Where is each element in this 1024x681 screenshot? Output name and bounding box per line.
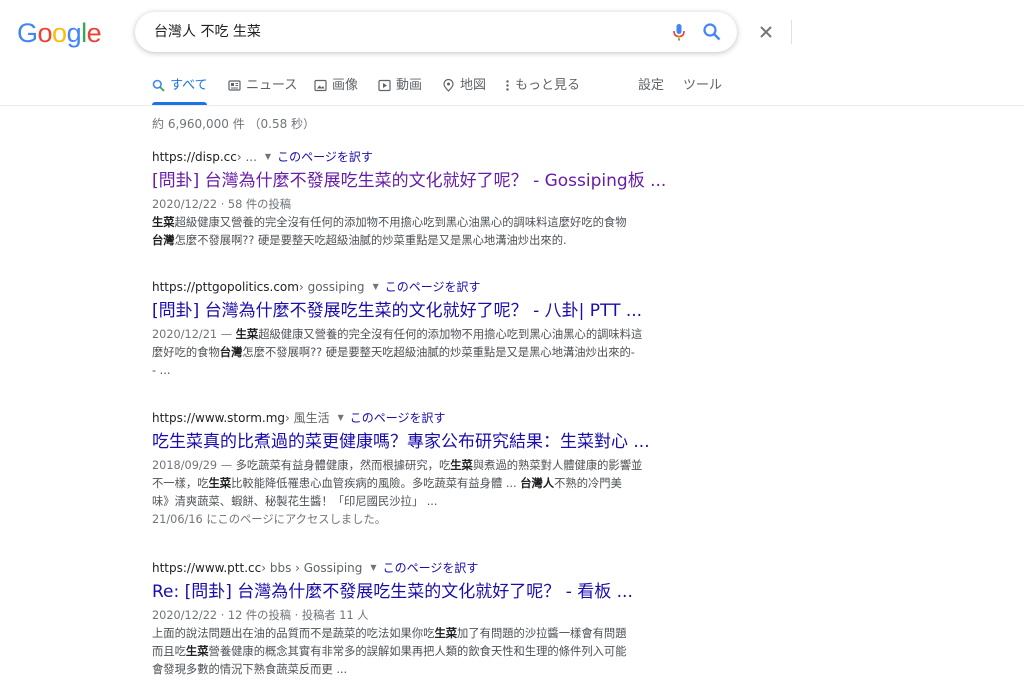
result-path: › ... <box>236 150 257 164</box>
snippet-line: 2020/12/21 — 生菜超級健康又營養的完全沒有任何的添加物不用擔心吃到黑… <box>152 326 692 344</box>
tab-label: もっと見る <box>515 78 581 93</box>
result-breadcrumb[interactable]: https://www.ptt.cc › bbs › Gossiping ▼ こ… <box>152 560 692 576</box>
translate-link[interactable]: このページを訳す <box>383 560 479 576</box>
search-result: https://www.storm.mg › 風生活 ▼ このページを訳す 吃生… <box>152 410 692 529</box>
news-icon <box>228 79 241 92</box>
snippet-line: 上面的說法問題出在油的品質而不是蔬菜的吃法如果你吃生菜加了有問題的沙拉醬一樣會有… <box>152 627 627 640</box>
tab-label: ニュース <box>246 78 298 93</box>
snippet-line: 2018/09/29 — 多吃蔬菜有益身體健康，然而根據研究，吃生菜與煮過的熟菜… <box>152 457 692 475</box>
result-title-link[interactable]: Re: [問卦] 台灣為什麼不發展吃生菜的文化就好了呢？ - 看板 ... <box>152 581 692 603</box>
snippet-text: 生菜超級健康又營養的完全沒有任何的添加物不用擔心吃到黑心油黑心的調味料這 <box>235 328 643 341</box>
video-icon <box>378 79 391 92</box>
clear-icon[interactable] <box>754 20 778 44</box>
result-breadcrumb[interactable]: https://disp.cc › ... ▼ このページを訳す <box>152 149 692 165</box>
tab-maps[interactable]: 地図 <box>442 78 486 106</box>
visited-note: 21/06/16 にこのページにアクセスしました。 <box>152 513 387 526</box>
result-url: https://pttgopolitics.com <box>152 280 299 294</box>
search-input[interactable]: 台灣人 不吃 生菜 <box>154 22 261 42</box>
snippet-line: 台灣怎麼不發展啊?? 硬是要整天吃超級油膩的炒菜重點是又是黑心地溝油炒出來的. <box>152 234 567 247</box>
more-vert-icon <box>505 79 510 92</box>
result-snippet: 2018/09/29 — 多吃蔬菜有益身體健康，然而根據研究，吃生菜與煮過的熟菜… <box>152 457 692 529</box>
search-box[interactable]: 台灣人 不吃 生菜 <box>135 12 792 52</box>
tab-news[interactable]: ニュース <box>228 78 297 106</box>
tab-label: 動画 <box>396 78 423 93</box>
tab-more[interactable]: もっと見る <box>505 78 580 106</box>
map-pin-icon <box>442 78 455 92</box>
search-result: https://pttgopolitics.com › gossiping ▼ … <box>152 279 692 380</box>
search-result: https://www.ptt.cc › bbs › Gossiping ▼ こ… <box>152 560 692 679</box>
snippet-line: 生菜超級健康又營養的完全沒有任何的添加物不用擔心吃到黑心油黑心的調味料這麼好吃的… <box>152 216 627 229</box>
translate-link[interactable]: このページを訳す <box>277 149 373 165</box>
snippet-line: - ... <box>152 364 171 377</box>
result-path: › gossiping <box>298 280 365 294</box>
logo-letter: o <box>37 18 53 48</box>
logo-letter: G <box>17 18 38 48</box>
result-snippet: 2020/12/22 · 12 件の投稿 · 投稿者 11 人 上面的說法問題出… <box>152 607 692 679</box>
result-breadcrumb[interactable]: https://pttgopolitics.com › gossiping ▼ … <box>152 279 692 295</box>
tab-settings[interactable]: 設定 <box>638 78 664 106</box>
result-snippet: 2020/12/22 · 58 件の投稿 生菜超級健康又營養的完全沒有任何的添加… <box>152 196 692 250</box>
result-path: › bbs › Gossiping <box>261 561 363 575</box>
snippet-text: 多吃蔬菜有益身體健康，然而根據研究，吃生菜與煮過的熟菜對人體健康的影響並 <box>235 459 643 472</box>
translate-link[interactable]: このページを訳す <box>385 279 481 295</box>
image-icon <box>314 79 327 92</box>
result-path: › 風生活 <box>285 411 330 425</box>
divider <box>791 20 792 44</box>
logo-letter: g <box>66 18 82 48</box>
google-logo[interactable]: Google <box>17 17 102 49</box>
chevron-down-icon[interactable]: ▼ <box>370 560 376 576</box>
tab-label: 地図 <box>460 78 487 93</box>
tab-images[interactable]: 画像 <box>314 78 358 106</box>
snippet-line: 麼好吃的食物台灣怎麼不發展啊?? 硬是要整天吃超級油膩的炒菜重點是又是黑心地溝油… <box>152 346 635 359</box>
logo-letter: o <box>52 18 67 48</box>
result-stats: 約 6,960,000 件 （0.58 秒） <box>152 117 316 131</box>
result-meta: 2020/12/22 · 58 件の投稿 <box>152 198 292 211</box>
search-result: https://disp.cc › ... ▼ このページを訳す [問卦] 台灣… <box>152 149 692 250</box>
result-title-link[interactable]: 吃生菜真的比煮過的菜更健康嗎？專家公布研究結果：生菜對心 ... <box>152 431 692 453</box>
search-icon <box>152 79 165 92</box>
microphone-icon[interactable] <box>667 20 691 44</box>
result-url: https://www.ptt.cc <box>152 561 262 575</box>
snippet-line: 而且吃生菜營養健康的概念其實有非常多的誤解如果再把人類的飲食天性和生理的條件列入… <box>152 645 627 658</box>
tab-label: すべて <box>170 78 208 93</box>
result-meta: 2020/12/22 · 12 件の投稿 · 投稿者 11 人 <box>152 609 369 622</box>
header-divider <box>0 105 1024 106</box>
result-breadcrumb[interactable]: https://www.storm.mg › 風生活 ▼ このページを訳す <box>152 410 692 426</box>
result-meta: 2018/09/29 — <box>152 459 236 472</box>
tab-label: 設定 <box>638 78 665 93</box>
result-url: https://disp.cc <box>152 150 237 164</box>
tab-label: 画像 <box>332 78 359 93</box>
translate-link[interactable]: このページを訳す <box>350 410 446 426</box>
snippet-line: 味》清爽蔬菜、蝦餅、秘製花生醬！「印尼國民沙拉」 ... <box>152 495 438 508</box>
chevron-down-icon[interactable]: ▼ <box>265 149 271 165</box>
result-meta: 2020/12/21 — <box>152 328 236 341</box>
result-title-link[interactable]: [問卦] 台灣為什麼不發展吃生菜的文化就好了呢？ - Gossiping板 ..… <box>152 170 692 192</box>
search-icon[interactable] <box>700 20 724 44</box>
result-url: https://www.storm.mg <box>152 411 286 425</box>
snippet-line: 會發現多數的情況下熟食蔬菜反而更 ... <box>152 663 348 676</box>
logo-letter: e <box>86 18 102 48</box>
result-snippet: 2020/12/21 — 生菜超級健康又營養的完全沒有任何的添加物不用擔心吃到黑… <box>152 326 692 380</box>
tab-videos[interactable]: 動画 <box>378 78 422 106</box>
tab-label: ツール <box>683 78 723 93</box>
chevron-down-icon[interactable]: ▼ <box>373 279 379 295</box>
tab-tools[interactable]: ツール <box>683 78 722 106</box>
snippet-line: 不一樣，吃生菜比較能降低罹患心血管疾病的風險。多吃蔬菜有益身體 ... 台灣人不… <box>152 477 622 490</box>
result-title-link[interactable]: [問卦] 台灣為什麼不發展吃生菜的文化就好了呢？ - 八卦| PTT ... <box>152 300 692 322</box>
chevron-down-icon[interactable]: ▼ <box>338 410 344 426</box>
